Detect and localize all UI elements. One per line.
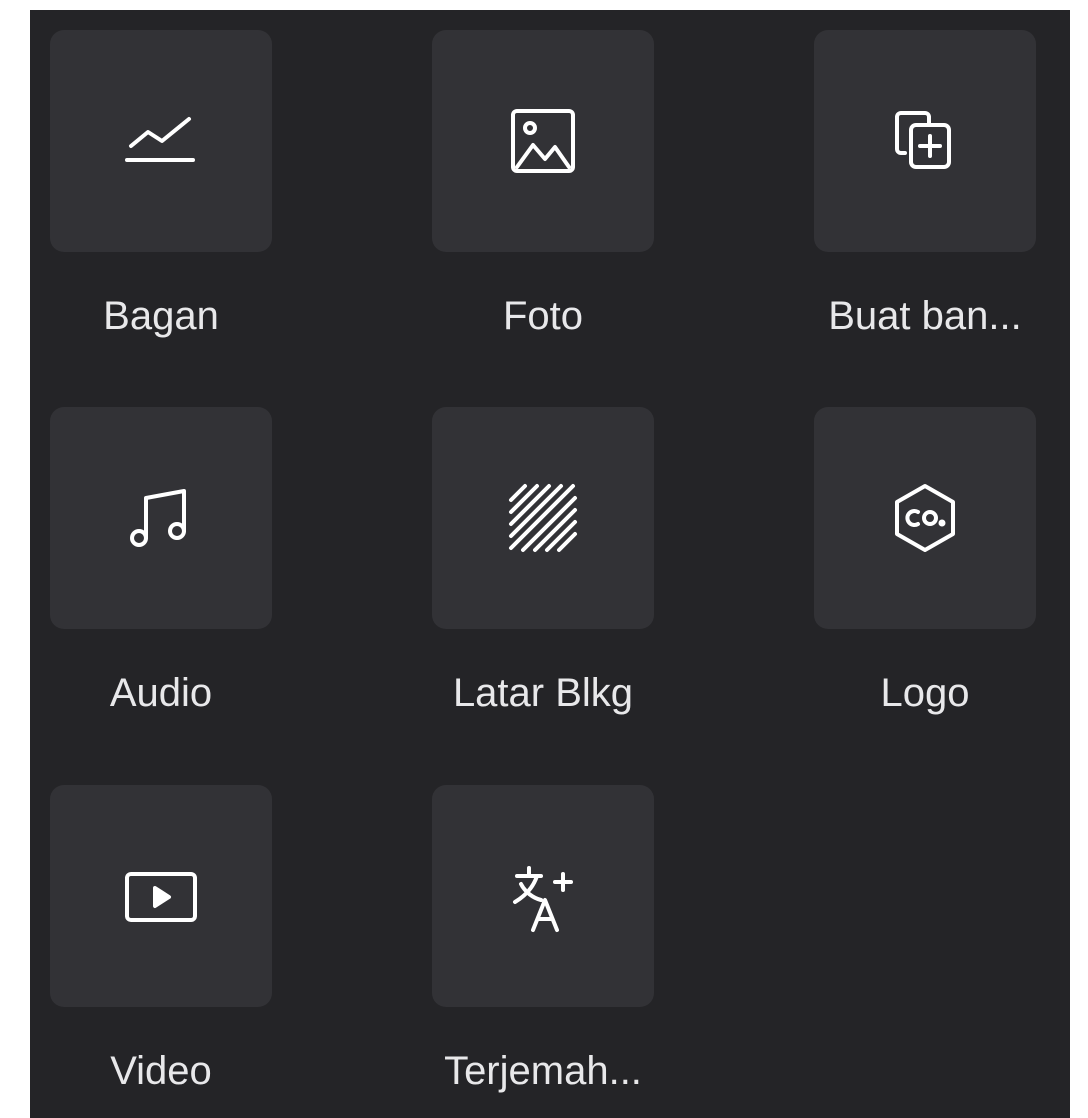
logo-hexagon-icon — [885, 478, 965, 558]
chart-line-icon — [121, 101, 201, 181]
tile-audio-box[interactable] — [50, 407, 272, 629]
video-play-icon — [121, 856, 201, 936]
music-note-icon — [121, 478, 201, 558]
tile-bagan-label: Bagan — [103, 294, 219, 338]
tile-terjemah-label: Terjemah... — [444, 1049, 642, 1093]
tile-foto-label: Foto — [502, 294, 584, 338]
tile-bagan-box[interactable] — [50, 30, 272, 252]
translate-icon — [503, 856, 583, 936]
image-icon — [503, 101, 583, 181]
tile-latar-blkg[interactable]: Latar Blkg — [432, 407, 654, 719]
tile-buat-ban-box[interactable] — [814, 30, 1036, 252]
tile-buat-ban[interactable]: Buat ban... — [814, 30, 1036, 342]
tile-logo-label: Logo — [880, 671, 970, 715]
tile-video-label: Video — [110, 1049, 212, 1093]
tile-logo[interactable]: Logo — [814, 407, 1036, 719]
tile-latar-blkg-box[interactable] — [432, 407, 654, 629]
tile-audio[interactable]: Audio — [50, 407, 272, 719]
app-panel: Bagan Foto Buat ban... Audio Latar Blkg … — [30, 10, 1070, 1118]
diagonal-pattern-icon — [503, 478, 583, 558]
tile-terjemah[interactable]: Terjemah... — [432, 785, 654, 1097]
tile-bagan[interactable]: Bagan — [50, 30, 272, 342]
tile-foto[interactable]: Foto — [432, 30, 654, 342]
copy-plus-icon — [885, 101, 965, 181]
tile-foto-box[interactable] — [432, 30, 654, 252]
tile-video-box[interactable] — [50, 785, 272, 1007]
tile-buat-ban-label: Buat ban... — [828, 294, 1022, 338]
tile-audio-label: Audio — [109, 671, 213, 715]
tile-logo-box[interactable] — [814, 407, 1036, 629]
tile-latar-blkg-label: Latar Blkg — [452, 671, 634, 715]
tile-video[interactable]: Video — [50, 785, 272, 1097]
tile-terjemah-box[interactable] — [432, 785, 654, 1007]
